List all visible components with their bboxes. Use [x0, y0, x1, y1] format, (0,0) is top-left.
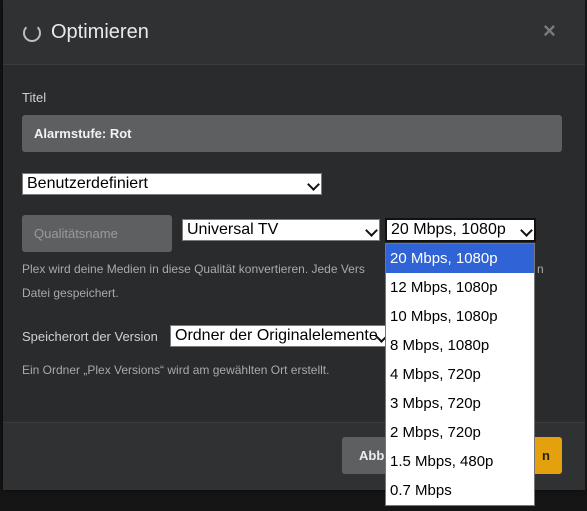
device-select-value: Universal TV — [187, 221, 279, 238]
quality-help-line1-tail: n — [537, 262, 544, 276]
close-button[interactable]: × — [543, 18, 556, 44]
chevron-down-icon — [307, 178, 320, 191]
device-select[interactable]: Universal TV — [182, 219, 380, 241]
preset-select[interactable]: Benutzerdefiniert — [22, 173, 322, 195]
quality-name-input[interactable]: Qualitätsname — [22, 215, 172, 252]
location-select-value: Ordner der Originalelemente — [175, 327, 378, 344]
dialog-header: Optimieren × — [3, 0, 585, 65]
bitrate-option[interactable]: 8 Mbps, 1080p — [386, 331, 534, 360]
title-input[interactable]: Alarmstufe: Rot — [22, 115, 562, 152]
bitrate-option[interactable]: 0.7 Mbps — [386, 476, 534, 505]
bitrate-option[interactable]: 20 Mbps, 1080p — [386, 244, 534, 273]
chevron-down-icon — [365, 224, 378, 237]
spinner-icon — [23, 24, 41, 42]
bitrate-option[interactable]: 10 Mbps, 1080p — [386, 302, 534, 331]
bitrate-select[interactable]: 20 Mbps, 1080p — [385, 218, 536, 242]
preset-select-value: Benutzerdefiniert — [27, 175, 148, 192]
quality-help-line1: Plex wird deine Medien in diese Qualität… — [22, 262, 365, 276]
dialog-title: Optimieren — [51, 21, 149, 43]
title-label: Titel — [22, 90, 47, 105]
bitrate-dropdown-list: 20 Mbps, 1080p 12 Mbps, 1080p 10 Mbps, 1… — [385, 243, 535, 506]
bitrate-option[interactable]: 4 Mbps, 720p — [386, 360, 534, 389]
bitrate-select-value: 20 Mbps, 1080p — [391, 221, 506, 238]
chevron-down-icon — [520, 224, 533, 237]
bitrate-option[interactable]: 3 Mbps, 720p — [386, 389, 534, 418]
location-select[interactable]: Ordner der Originalelemente — [170, 325, 390, 347]
bitrate-option[interactable]: 1.5 Mbps, 480p — [386, 447, 534, 476]
save-button-label: n — [542, 448, 550, 463]
location-label: Speicherort der Version — [22, 329, 158, 344]
quality-help-line2: Datei gespeichert. — [22, 286, 119, 300]
bitrate-option[interactable]: 12 Mbps, 1080p — [386, 273, 534, 302]
bitrate-option[interactable]: 2 Mbps, 720p — [386, 418, 534, 447]
location-help: Ein Ordner „Plex Versions“ wird am gewäh… — [22, 363, 330, 377]
